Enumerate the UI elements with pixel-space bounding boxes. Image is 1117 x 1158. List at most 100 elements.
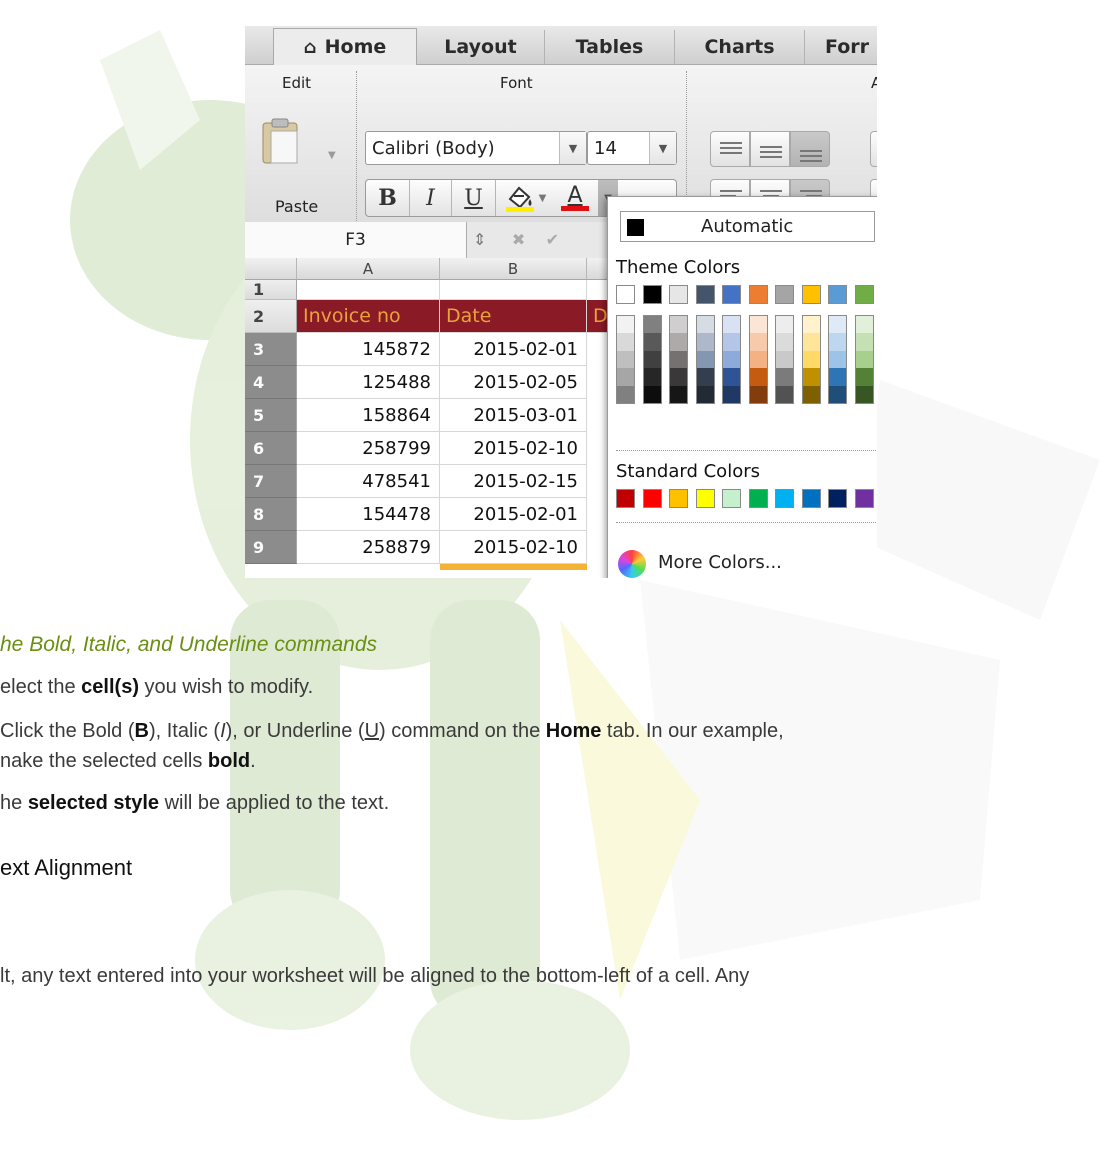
theme-shade-swatch[interactable] [829,385,846,403]
theme-shade-swatch[interactable] [723,316,740,334]
date-cell[interactable]: 2015-02-05 [440,366,587,399]
theme-shade-swatch[interactable] [802,368,820,386]
invoice-cell[interactable]: 145872 [297,333,440,366]
tab-format[interactable]: Forr [805,30,877,64]
font-color-button[interactable]: A [552,180,598,216]
cell-b10-partial[interactable] [440,564,587,570]
theme-shade-swatch[interactable] [670,350,687,369]
chevron-down-icon[interactable]: ▼ [539,193,547,204]
theme-color-swatch[interactable] [828,285,847,304]
align-top-button[interactable] [710,131,750,167]
invoice-cell[interactable]: 158864 [297,399,440,432]
theme-shade-swatch[interactable] [670,333,687,351]
select-all-corner[interactable] [245,258,297,280]
theme-color-swatch[interactable] [801,285,821,304]
date-cell[interactable]: 2015-03-01 [440,399,587,432]
theme-shade-swatch[interactable] [696,316,714,334]
standard-color-swatch[interactable] [748,489,768,508]
cell-b2[interactable]: Date [440,300,587,333]
confirm-icon[interactable]: ✔ [546,230,559,249]
theme-shade-swatch[interactable] [670,385,687,403]
standard-color-swatch[interactable] [642,489,662,508]
date-cell[interactable]: 2015-02-15 [440,465,587,498]
more-colors-button[interactable]: More Colors... [658,552,782,573]
theme-shade-column[interactable] [669,315,688,404]
tab-layout[interactable]: Layout [417,30,545,64]
cell-a2[interactable]: Invoice no [297,300,440,333]
theme-shade-swatch[interactable] [749,385,767,403]
theme-shade-column[interactable] [801,315,821,404]
theme-shade-swatch[interactable] [802,385,820,403]
theme-shade-swatch[interactable] [723,385,740,403]
chevron-down-icon[interactable]: ▼ [559,132,586,164]
theme-color-swatch[interactable] [695,285,715,304]
invoice-cell[interactable]: 478541 [297,465,440,498]
theme-shade-swatch[interactable] [749,316,767,334]
theme-shade-swatch[interactable] [749,350,767,369]
theme-color-swatch[interactable] [616,285,635,304]
cell-a1[interactable] [297,280,440,300]
theme-shade-swatch[interactable] [696,368,714,386]
theme-shade-swatch[interactable] [855,350,873,369]
theme-shade-swatch[interactable] [829,350,846,369]
theme-shade-swatch[interactable] [829,368,846,386]
theme-shade-swatch[interactable] [617,368,634,386]
date-cell[interactable]: 2015-02-10 [440,432,587,465]
theme-shade-swatch[interactable] [855,385,873,403]
theme-shade-swatch[interactable] [802,316,820,334]
invoice-cell[interactable]: 125488 [297,366,440,399]
theme-shade-column[interactable] [616,315,635,404]
theme-shade-column[interactable] [854,315,874,404]
theme-shade-swatch[interactable] [776,385,793,403]
paste-button-label[interactable]: Paste [275,197,318,216]
row-header[interactable]: 8 [245,498,297,531]
automatic-color-button[interactable]: Automatic [620,211,875,242]
font-name-select[interactable]: Calibri (Body) ▼ [365,131,587,165]
theme-shade-swatch[interactable] [723,350,740,369]
theme-shade-swatch[interactable] [617,333,634,351]
row-header[interactable]: 9 [245,531,297,564]
theme-shade-swatch[interactable] [617,385,634,403]
name-box[interactable]: F3 [245,222,467,258]
italic-button[interactable]: I [410,180,452,216]
row-header[interactable]: 4 [245,366,297,399]
theme-shade-swatch[interactable] [643,333,661,351]
theme-shade-swatch[interactable] [696,385,714,403]
theme-shade-swatch[interactable] [723,368,740,386]
tab-home[interactable]: ⌂ Home [273,28,417,65]
theme-shade-swatch[interactable] [776,333,793,351]
theme-shade-swatch[interactable] [829,333,846,351]
paste-dropdown-arrow[interactable]: ▼ [328,150,336,161]
theme-shade-swatch[interactable] [855,333,873,351]
theme-color-swatch[interactable] [640,283,664,306]
theme-shade-swatch[interactable] [696,350,714,369]
row-header[interactable]: 5 [245,399,297,432]
row-header[interactable]: 1 [245,280,297,300]
theme-shade-swatch[interactable] [776,368,793,386]
theme-shade-column[interactable] [695,315,715,404]
theme-shade-column[interactable] [748,315,768,404]
cancel-icon[interactable]: ✖ [512,230,525,249]
row-header[interactable]: 7 [245,465,297,498]
standard-color-swatch[interactable] [828,489,847,508]
theme-shade-swatch[interactable] [643,350,661,369]
theme-shade-column[interactable] [722,315,741,404]
underline-button[interactable]: U [452,180,496,216]
theme-shade-swatch[interactable] [855,368,873,386]
theme-shade-swatch[interactable] [829,316,846,334]
tab-tables[interactable]: Tables [545,30,675,64]
theme-shade-swatch[interactable] [643,385,661,403]
invoice-cell[interactable]: 258799 [297,432,440,465]
column-header-b[interactable]: B [440,258,587,280]
theme-shade-swatch[interactable] [802,333,820,351]
stepper-icon[interactable]: ⇕ [473,230,486,249]
standard-color-swatch[interactable] [669,489,688,508]
theme-shade-column[interactable] [775,315,794,404]
theme-shade-swatch[interactable] [643,316,661,334]
theme-shade-swatch[interactable] [617,316,634,334]
theme-shade-swatch[interactable] [670,316,687,334]
theme-shade-swatch[interactable] [776,316,793,334]
invoice-cell[interactable]: 258879 [297,531,440,564]
date-cell[interactable]: 2015-02-10 [440,531,587,564]
theme-shade-swatch[interactable] [643,368,661,386]
